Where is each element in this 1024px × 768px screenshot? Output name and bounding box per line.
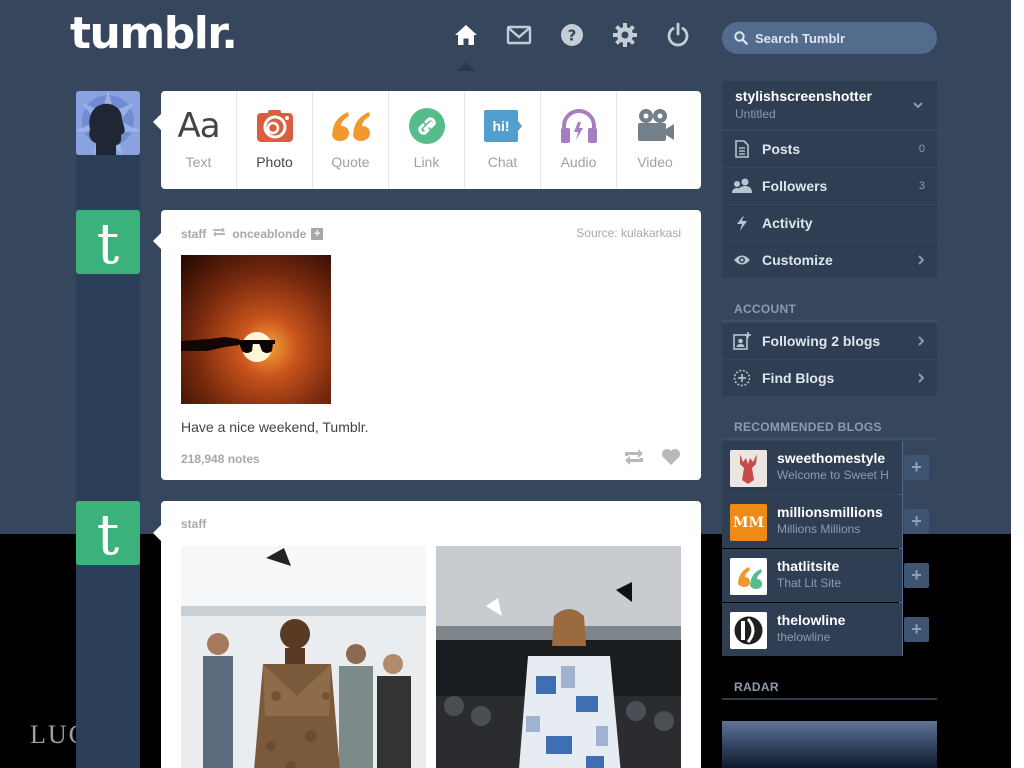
- post-caption: Have a nice weekend, Tumblr.: [181, 419, 369, 435]
- posts-count: 0: [918, 143, 925, 155]
- blog-avatar: [730, 558, 767, 595]
- photo-post: staff onceablonde + Source: kulakarkasi: [161, 210, 701, 480]
- post-author[interactable]: staff: [181, 517, 206, 531]
- post-type-link[interactable]: Link: [389, 91, 465, 189]
- blog-title: Untitled: [735, 107, 776, 121]
- post-type-text[interactable]: Aa Text: [161, 91, 237, 189]
- follow-button[interactable]: +: [904, 617, 929, 642]
- customize-icon: [722, 254, 762, 266]
- logout-icon[interactable]: [665, 22, 691, 48]
- svg-text:t: t: [97, 503, 120, 565]
- chat-icon: hi!: [483, 107, 523, 145]
- activity-icon: [722, 214, 762, 232]
- photo-icon: [256, 107, 294, 145]
- staff-avatar[interactable]: t: [76, 210, 140, 274]
- post-header: staff onceablonde +: [181, 226, 324, 241]
- svg-text:?: ?: [568, 27, 577, 45]
- sidebar-item-following[interactable]: Following 2 blogs: [722, 323, 937, 359]
- text-icon: Aa: [177, 106, 220, 146]
- post-photo[interactable]: [181, 546, 426, 768]
- post-actions: [623, 448, 681, 471]
- find-blogs-icon: [722, 369, 762, 387]
- quote-icon: [330, 107, 372, 145]
- sidebar-item-find-blogs[interactable]: Find Blogs: [722, 360, 937, 396]
- post-caret: [153, 233, 161, 249]
- followers-count: 3: [918, 180, 925, 192]
- following-icon: [722, 332, 762, 350]
- blog-name: stylishscreenshotter: [735, 88, 872, 104]
- post-type-bar: Aa Text Photo Quote Link hi! Chat Audio: [161, 91, 701, 189]
- reblogged-from[interactable]: onceablonde: [232, 227, 306, 241]
- recommended-blog[interactable]: thatlitsite That Lit Site: [722, 549, 902, 602]
- post-type-photo[interactable]: Photo: [237, 91, 313, 189]
- user-avatar[interactable]: [76, 91, 140, 155]
- chevron-down-icon: [913, 102, 923, 109]
- search-input[interactable]: [755, 30, 925, 46]
- sidebar-item-customize[interactable]: Customize: [722, 242, 937, 278]
- account-heading: ACCOUNT: [722, 296, 937, 322]
- search-icon: [734, 31, 748, 45]
- chevron-right-icon: [918, 255, 924, 265]
- notes-count[interactable]: 218,948 notes: [181, 452, 260, 466]
- followers-icon: [722, 178, 762, 194]
- video-icon: [635, 107, 675, 145]
- post-source[interactable]: Source: kulakarkasi: [576, 226, 681, 240]
- settings-icon[interactable]: [612, 22, 638, 48]
- sidebar-item-activity[interactable]: Activity: [722, 205, 937, 241]
- sidebar-item-posts[interactable]: Posts 0: [722, 131, 937, 167]
- link-icon: [408, 107, 445, 145]
- audio-icon: [559, 107, 599, 145]
- home-icon[interactable]: [453, 22, 479, 48]
- chevron-right-icon: [918, 336, 924, 346]
- recommended-blog[interactable]: thelowline thelowline: [722, 603, 902, 656]
- dashboard-avatar-column: [76, 91, 140, 768]
- svg-text:hi!: hi!: [492, 118, 509, 134]
- recommended-blog[interactable]: MM millionsmillions Millions Millions: [722, 495, 902, 548]
- composer-caret: [153, 114, 161, 130]
- post-header: staff: [181, 517, 206, 531]
- tumblr-logo[interactable]: tumblr.: [70, 8, 238, 59]
- active-nav-caret: [456, 62, 476, 71]
- blog-avatar: MM: [730, 504, 767, 541]
- follow-plus-icon[interactable]: +: [311, 227, 324, 240]
- recommended-blog[interactable]: sweethomestyle Welcome to Sweet H: [722, 441, 902, 494]
- radar-heading: RADAR: [722, 674, 937, 700]
- reblog-icon: [212, 226, 226, 241]
- reblog-icon[interactable]: [623, 448, 645, 471]
- post-author[interactable]: staff: [181, 227, 206, 241]
- svg-text:t: t: [97, 212, 120, 274]
- follow-button[interactable]: +: [904, 455, 929, 480]
- post-photo[interactable]: [436, 546, 681, 768]
- chevron-right-icon: [918, 373, 924, 383]
- post-type-audio[interactable]: Audio: [541, 91, 617, 189]
- radar-post-preview[interactable]: [722, 721, 937, 768]
- inbox-icon[interactable]: [506, 22, 532, 48]
- blog-switcher[interactable]: stylishscreenshotter Untitled: [722, 81, 937, 129]
- search-box[interactable]: [722, 22, 937, 54]
- blog-avatar: [730, 450, 767, 487]
- scrollbar-gutter[interactable]: [1011, 0, 1024, 768]
- post-photo[interactable]: [181, 255, 331, 404]
- heart-icon[interactable]: [661, 448, 681, 471]
- follow-button[interactable]: +: [904, 509, 929, 534]
- post-type-chat[interactable]: hi! Chat: [465, 91, 541, 189]
- staff-avatar[interactable]: t: [76, 501, 140, 565]
- post-type-quote[interactable]: Quote: [313, 91, 389, 189]
- post-caret: [153, 525, 161, 541]
- photoset-post: staff: [161, 501, 701, 768]
- follow-button[interactable]: +: [904, 563, 929, 588]
- sidebar-item-followers[interactable]: Followers 3: [722, 168, 937, 204]
- posts-icon: [722, 140, 762, 158]
- post-type-video[interactable]: Video: [617, 91, 693, 189]
- blog-avatar: [730, 612, 767, 649]
- help-icon[interactable]: ?: [559, 22, 585, 48]
- recommended-heading: RECOMMENDED BLOGS: [722, 414, 937, 440]
